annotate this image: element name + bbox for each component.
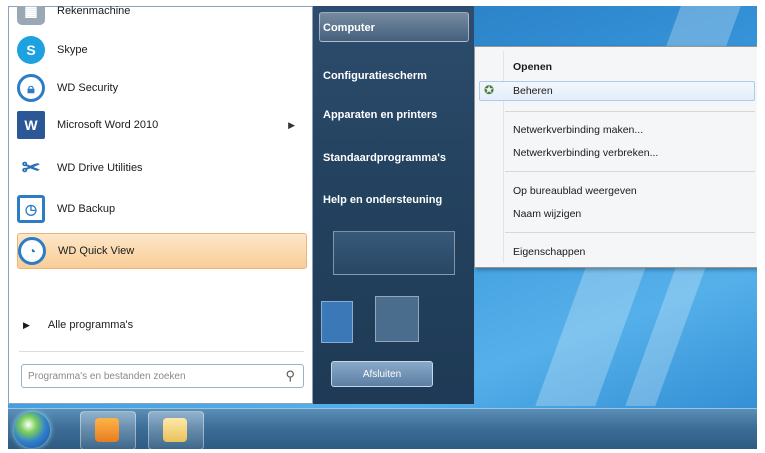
program-item-wd-quick-view[interactable]: ◔ WD Quick View xyxy=(17,233,307,269)
wd-backup-icon: ◷ xyxy=(17,195,45,223)
shutdown-label: Afsluiten xyxy=(362,368,402,380)
menu-item-op-bureaublad-weergeven[interactable]: Op bureaublad weergeven xyxy=(513,185,637,197)
shield-icon: ✪ xyxy=(484,83,495,97)
word-icon: W xyxy=(17,111,45,139)
desktop: ▦ Rekenmachine S Skype 🔒︎ WD Security W … xyxy=(8,6,757,449)
computer-context-menu: Openen ✪ Beheren Netwerkverbinding maken… xyxy=(474,46,757,268)
search-icon[interactable]: ⚲ xyxy=(285,368,295,384)
tools-icon: ✂ xyxy=(17,154,45,182)
menu-item-netwerkverbinding-verbreken[interactable]: Netwerkverbinding verbreken... xyxy=(513,147,658,159)
wd-security-icon: 🔒︎ xyxy=(17,74,45,102)
taskbar xyxy=(8,408,757,449)
submenu-arrow-icon: ▶ xyxy=(288,119,295,130)
triangle-right-icon: ▶ xyxy=(23,319,30,330)
menu-separator xyxy=(505,171,755,172)
program-item-skype[interactable]: S Skype xyxy=(17,32,307,68)
places-item-default-programs[interactable]: Standaardprogramma's xyxy=(323,152,446,164)
menu-item-openen[interactable]: Openen xyxy=(513,61,552,73)
menu-separator xyxy=(505,232,755,233)
places-item-control-panel[interactable]: Configuratiescherm xyxy=(323,70,427,82)
program-item-wd-backup[interactable]: ◷ WD Backup xyxy=(17,191,307,227)
all-programs-button[interactable]: ▶ Alle programma's xyxy=(23,319,133,331)
program-item-word[interactable]: W Microsoft Word 2010 ▶ xyxy=(17,107,307,143)
calculator-icon: ▦ xyxy=(17,6,45,25)
menu-item-beheren[interactable]: Beheren xyxy=(513,85,553,97)
taskbar-media-player-button[interactable] xyxy=(80,411,136,449)
program-label: WD Quick View xyxy=(58,245,135,257)
places-item-computer[interactable]: Computer xyxy=(323,22,375,34)
media-player-icon xyxy=(95,418,119,442)
menu-separator xyxy=(19,351,304,352)
desktop-thumbnail xyxy=(333,231,455,275)
menu-separator xyxy=(505,111,755,112)
search-input[interactable]: Programma's en bestanden zoeken ⚲ xyxy=(21,364,304,388)
menu-item-netwerkverbinding-maken[interactable]: Netwerkverbinding maken... xyxy=(513,124,643,136)
places-item-devices-printers[interactable]: Apparaten en printers xyxy=(323,109,437,121)
program-label: WD Security xyxy=(57,82,119,94)
wd-quick-view-icon: ◔ xyxy=(18,237,46,265)
start-button[interactable] xyxy=(14,412,50,448)
program-item-wd-drive-utilities[interactable]: ✂ WD Drive Utilities xyxy=(17,150,307,186)
all-programs-label: Alle programma's xyxy=(47,319,134,331)
taskbar-explorer-button[interactable] xyxy=(148,411,204,449)
program-label: Rekenmachine xyxy=(57,6,131,17)
folder-icon xyxy=(163,418,187,442)
menu-item-naam-wijzigen[interactable]: Naam wijzigen xyxy=(513,208,581,220)
program-item-wd-security[interactable]: 🔒︎ WD Security xyxy=(17,70,307,106)
program-label: Skype xyxy=(57,44,88,56)
program-label: WD Drive Utilities xyxy=(57,162,143,174)
places-item-help[interactable]: Help en ondersteuning xyxy=(323,194,442,206)
program-label: Microsoft Word 2010 xyxy=(57,119,159,131)
start-menu-programs-pane: ▦ Rekenmachine S Skype 🔒︎ WD Security W … xyxy=(8,6,313,404)
search-placeholder: Programma's en bestanden zoeken xyxy=(28,370,186,382)
menu-item-eigenschappen[interactable]: Eigenschappen xyxy=(513,246,585,258)
program-label: WD Backup xyxy=(57,203,116,215)
app-thumbnail-icon xyxy=(321,301,353,343)
image-thumbnail-icon xyxy=(375,296,419,342)
program-item-rekenmachine[interactable]: ▦ Rekenmachine xyxy=(17,6,307,29)
shutdown-button[interactable]: Afsluiten xyxy=(331,361,433,387)
start-menu-places-pane: Computer Configuratiescherm Apparaten en… xyxy=(313,6,474,404)
skype-icon: S xyxy=(17,36,45,64)
